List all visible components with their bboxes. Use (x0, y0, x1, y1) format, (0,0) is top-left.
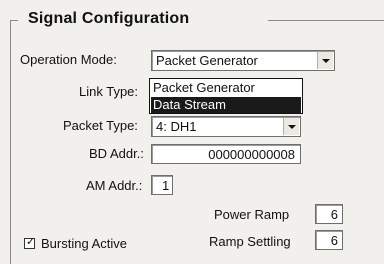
bd-addr-value: 000000000008 (208, 147, 295, 162)
operation-mode-select[interactable]: Packet Generator (151, 50, 335, 71)
groupbox-border-top-right (268, 20, 384, 21)
chevron-down-icon (322, 59, 330, 63)
chevron-down-icon (288, 125, 296, 129)
ramp-settling-label: Ramp Settling (209, 234, 291, 249)
bd-addr-label: BD Addr.: (89, 146, 144, 161)
groupbox-border-top-left (10, 20, 18, 21)
link-type-label: Link Type: (79, 84, 139, 99)
power-ramp-field[interactable]: 6 (315, 204, 343, 224)
checkmark-icon: ✓ (26, 236, 36, 248)
ramp-settling-field[interactable]: 6 (315, 230, 343, 250)
bursting-active-checkbox[interactable]: ✓ (24, 236, 36, 249)
packet-type-label: Packet Type: (63, 118, 138, 133)
option-data-stream[interactable]: Data Stream (151, 97, 301, 113)
bd-addr-field[interactable]: 000000000008 (151, 144, 301, 164)
option-packet-generator[interactable]: Packet Generator (151, 80, 301, 96)
operation-mode-dropdown-button[interactable] (317, 52, 333, 69)
packet-type-value: 4: DH1 (156, 119, 197, 134)
power-ramp-label: Power Ramp (214, 207, 290, 222)
am-addr-field[interactable]: 1 (151, 175, 173, 195)
packet-type-dropdown-button[interactable] (283, 118, 299, 135)
power-ramp-value: 6 (330, 207, 338, 222)
group-title: Signal Configuration (28, 10, 190, 27)
packet-type-select[interactable]: 4: DH1 (151, 116, 301, 137)
am-addr-label: AM Addr.: (86, 178, 143, 193)
bursting-active-label: Bursting Active (41, 236, 127, 251)
groupbox-border-left (10, 20, 11, 264)
operation-mode-label: Operation Mode: (20, 52, 117, 67)
operation-mode-value: Packet Generator (156, 53, 258, 68)
operation-mode-dropdown-list: Packet Generator Data Stream (149, 78, 303, 114)
am-addr-value: 1 (162, 178, 170, 193)
ramp-settling-value: 6 (330, 233, 338, 248)
